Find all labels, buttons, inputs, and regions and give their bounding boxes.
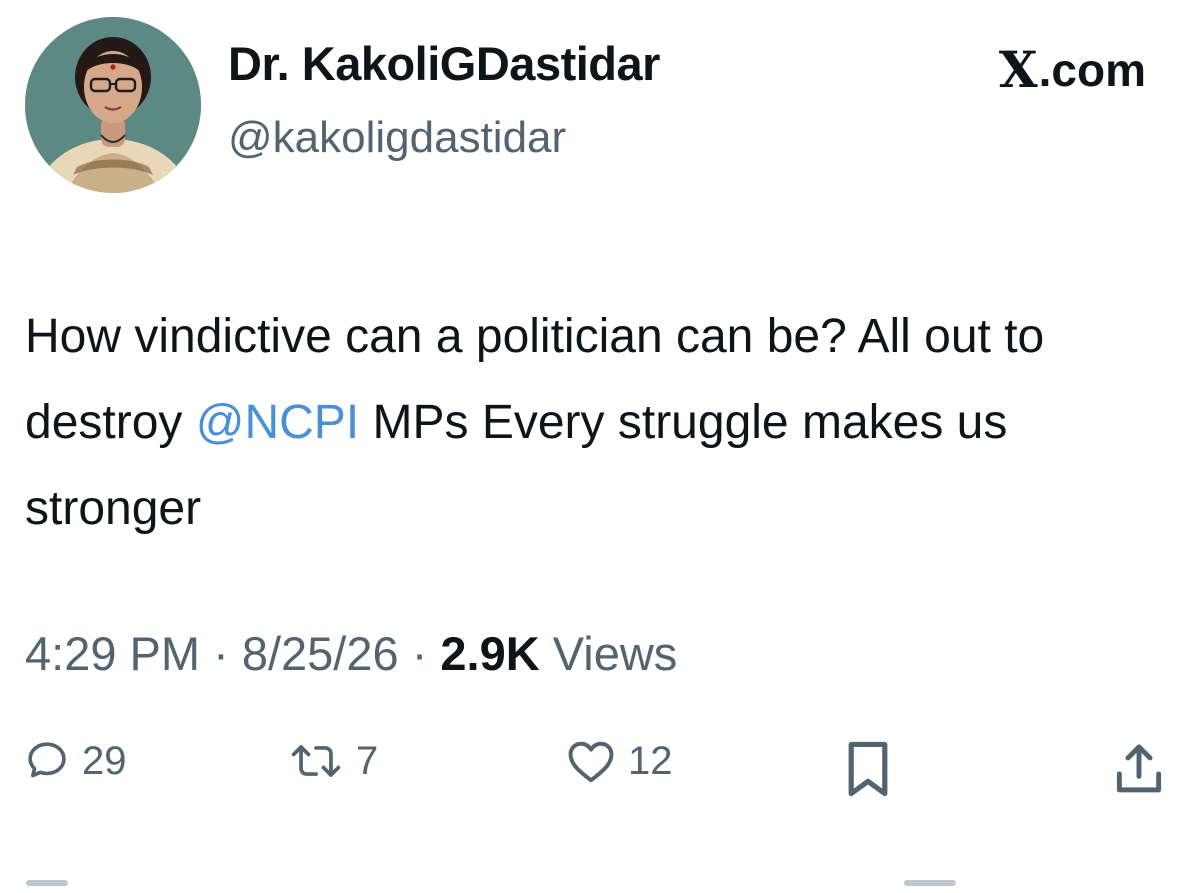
action-bar: 29 7 12 — [0, 738, 1200, 798]
views-label: Views — [539, 627, 678, 680]
like-count: 12 — [628, 738, 673, 783]
source-domain: .com — [1038, 43, 1146, 96]
repost-button[interactable]: 7 — [288, 738, 378, 784]
repost-arrows-icon — [291, 745, 341, 777]
views-count: 2.9K — [440, 627, 540, 680]
handle[interactable]: @kakoligdastidar — [228, 113, 566, 163]
avatar[interactable] — [25, 17, 201, 193]
tweet-text: How vindictive can a politician can be? … — [25, 294, 1165, 552]
like-button[interactable]: 12 — [566, 738, 673, 784]
speech-bubble-icon — [28, 742, 66, 778]
reply-count: 29 — [82, 738, 127, 783]
share-button[interactable] — [1112, 738, 1166, 800]
x-logo-icon: X — [998, 40, 1038, 99]
reply-button[interactable]: 29 — [24, 738, 127, 784]
tweet-time[interactable]: 4:29 PM — [25, 627, 200, 680]
bookmark-icon — [848, 741, 888, 797]
display-name[interactable]: Dr. KakoliGDastidar — [228, 36, 660, 91]
share-icon — [1116, 744, 1162, 793]
bookmark-button[interactable] — [842, 738, 894, 800]
avatar-image — [25, 17, 201, 193]
meta-separator: · — [398, 627, 441, 680]
tweet-card: Dr. KakoliGDastidar @kakoligdastidar X .… — [0, 0, 1200, 893]
tweet-date[interactable]: 8/25/26 — [242, 627, 399, 680]
repost-count: 7 — [356, 738, 379, 783]
tweet-meta: 4:29 PM · 8/25/26 · 2.9K Views — [25, 626, 677, 681]
cropped-text-fragment — [26, 880, 68, 886]
meta-separator: · — [200, 627, 242, 680]
source-label: X .com — [999, 40, 1146, 99]
cropped-text-fragment — [904, 880, 956, 886]
cropped-row-fragment — [0, 880, 1200, 893]
heart-icon — [568, 741, 614, 783]
mention-link[interactable]: @NCPI — [196, 396, 359, 449]
